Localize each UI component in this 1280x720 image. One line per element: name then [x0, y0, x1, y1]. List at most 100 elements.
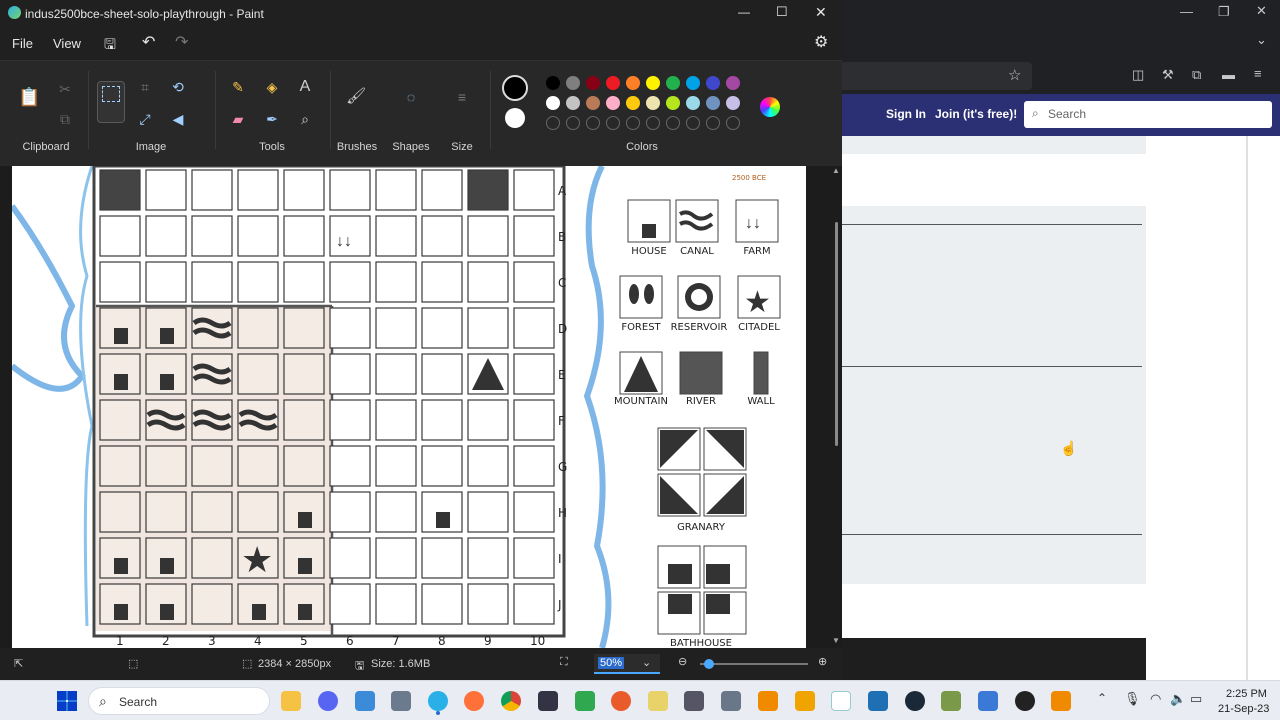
color-swatch[interactable] [706, 76, 720, 90]
sign-in-link[interactable]: Sign In [886, 107, 926, 121]
zoom-in-icon[interactable]: ⊕ [818, 655, 827, 668]
color-swatch[interactable] [726, 96, 740, 110]
fill-bucket-icon[interactable]: ◈ [262, 77, 282, 97]
brush-icon[interactable]: 🖌 [346, 87, 366, 107]
clock-time[interactable]: 2:25 PM [1226, 688, 1267, 700]
primary-color-swatch[interactable] [502, 75, 528, 101]
menu-icon[interactable]: ≡ [1254, 66, 1262, 81]
file-explorer-icon[interactable] [281, 691, 301, 711]
settings-gear-icon[interactable]: ⚙ [814, 32, 828, 52]
tab-list-chevron-icon[interactable]: ⌄ [1256, 32, 1267, 48]
app-icon[interactable] [1051, 691, 1071, 711]
vlc-icon[interactable] [758, 691, 778, 711]
app-icon[interactable] [868, 691, 888, 711]
vertical-scrollbar[interactable]: ▲ ▼ [832, 166, 840, 648]
app-icon[interactable] [575, 691, 595, 711]
app-icon[interactable] [721, 691, 741, 711]
redo-icon[interactable]: ↷ [175, 32, 188, 52]
zoom-select[interactable]: 50% ⌄ [594, 654, 660, 674]
wifi-icon[interactable]: ◠ [1150, 691, 1161, 707]
custom-color-slot[interactable] [646, 116, 660, 130]
custom-color-slot[interactable] [726, 116, 740, 130]
undo-icon[interactable]: ↶ [142, 32, 155, 52]
flip-icon[interactable]: ◀ [168, 109, 188, 129]
custom-color-slot[interactable] [626, 116, 640, 130]
color-swatch[interactable] [626, 76, 640, 90]
maximize-icon[interactable]: ❐ [1218, 4, 1230, 20]
taskbar-search[interactable]: ⌕ Search [88, 687, 270, 715]
close-icon[interactable]: ✕ [815, 4, 827, 21]
color-swatch[interactable] [586, 96, 600, 110]
custom-color-slot[interactable] [686, 116, 700, 130]
fit-to-window-icon[interactable]: ⛶ [560, 656, 568, 669]
app-icon[interactable] [611, 691, 631, 711]
app-icon[interactable] [1015, 691, 1035, 711]
app-icon[interactable] [648, 691, 668, 711]
color-swatch[interactable] [706, 96, 720, 110]
app-icon[interactable] [538, 691, 558, 711]
tray-overflow-chevron-icon[interactable]: ⌃ [1097, 691, 1107, 705]
tools-wrench-icon[interactable]: ⚒ [1162, 67, 1174, 83]
color-swatch[interactable] [666, 76, 680, 90]
scrollbar[interactable] [1246, 136, 1248, 680]
scroll-down-icon[interactable]: ▼ [832, 636, 840, 645]
save-icon[interactable]: 🖫 [104, 34, 116, 58]
color-swatch[interactable] [626, 96, 640, 110]
color-swatch[interactable] [606, 76, 620, 90]
app-icon[interactable] [795, 691, 815, 711]
color-swatch[interactable] [546, 96, 560, 110]
color-swatch[interactable] [686, 76, 700, 90]
rotate-icon[interactable]: ⟲ [168, 77, 188, 97]
crop-icon[interactable]: ⌗ [135, 77, 155, 97]
chrome-icon[interactable] [501, 691, 521, 711]
maximize-icon[interactable]: ☐ [776, 4, 788, 20]
battery-icon[interactable]: ▭ [1190, 691, 1202, 707]
app-icon[interactable] [941, 691, 961, 711]
custom-color-slot[interactable] [586, 116, 600, 130]
notepad-icon[interactable] [355, 691, 375, 711]
scrollbar-thumb[interactable] [835, 222, 838, 446]
app-icon[interactable] [978, 691, 998, 711]
magnifier-icon[interactable]: ⌕ [295, 109, 315, 129]
app-icon[interactable] [684, 691, 704, 711]
drawing-canvas[interactable]: ↓↓ ★ 2500 BCE ↓↓ ★ A B C D E F G H I J 1… [12, 166, 806, 648]
minimize-icon[interactable]: — [738, 5, 750, 19]
color-swatch[interactable] [586, 76, 600, 90]
cut-icon[interactable]: ✂ [55, 79, 75, 99]
color-swatch[interactable] [606, 96, 620, 110]
address-bar[interactable] [842, 62, 1032, 90]
shapes-icon[interactable]: ◌ [401, 87, 421, 107]
pencil-icon[interactable]: ✎ [228, 77, 248, 97]
text-icon[interactable]: A [295, 77, 315, 97]
scroll-up-icon[interactable]: ▲ [832, 166, 840, 175]
paint-icon[interactable] [428, 691, 448, 711]
secondary-color-swatch[interactable] [505, 108, 525, 128]
custom-color-slot[interactable] [706, 116, 720, 130]
color-swatch[interactable] [566, 96, 580, 110]
view-menu[interactable]: View [53, 36, 81, 51]
stroke-size-icon[interactable]: ≡ [452, 87, 472, 107]
paste-icon[interactable]: 📋 [18, 87, 40, 107]
join-link[interactable]: Join (it's free)! [935, 107, 1017, 121]
steam-icon[interactable] [905, 691, 925, 711]
color-swatch[interactable] [646, 76, 660, 90]
microphone-icon[interactable]: 🎙 [1124, 691, 1141, 707]
extensions-icon[interactable]: ⧉ [1192, 67, 1201, 83]
color-swatch[interactable] [646, 96, 660, 110]
bookmark-star-icon[interactable]: ☆ [1008, 66, 1021, 84]
eraser-icon[interactable]: ▰ [228, 109, 248, 129]
zoom-out-icon[interactable]: ⊖ [678, 655, 687, 668]
custom-color-slot[interactable] [566, 116, 580, 130]
app-icon[interactable] [391, 691, 411, 711]
discord-icon[interactable] [318, 691, 338, 711]
resize-icon[interactable]: ⤢ [135, 109, 155, 129]
overflow-icon[interactable]: ▬ [1222, 67, 1235, 82]
color-swatch[interactable] [546, 76, 560, 90]
copy-icon[interactable]: ⧉ [55, 109, 75, 129]
minimize-icon[interactable]: — [1180, 4, 1193, 19]
clock-date[interactable]: 21-Sep-23 [1218, 703, 1269, 715]
select-tool-button[interactable] [97, 81, 125, 123]
color-swatch[interactable] [666, 96, 680, 110]
cricut-icon[interactable] [831, 691, 851, 711]
start-button[interactable] [57, 691, 77, 711]
